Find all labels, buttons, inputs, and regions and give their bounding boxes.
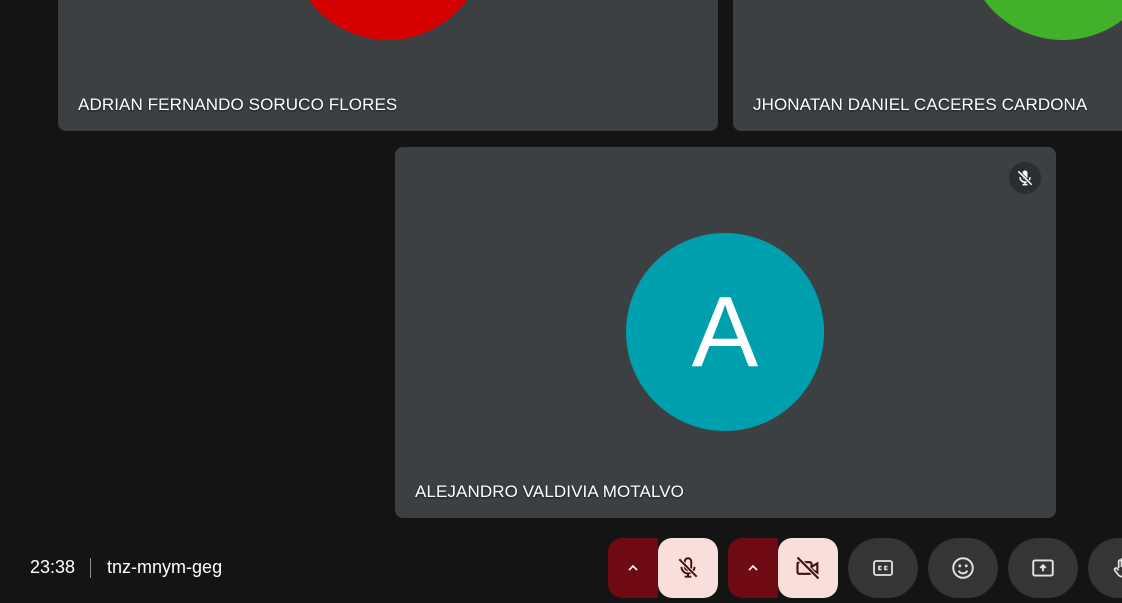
participant-avatar: A	[626, 233, 824, 431]
meeting-time: 23:38	[30, 557, 76, 577]
captions-button[interactable]	[848, 538, 918, 598]
meeting-info: 23:38 tnz-mnym-geg	[30, 557, 222, 578]
reactions-button[interactable]	[928, 538, 998, 598]
participant-avatar	[965, 0, 1122, 40]
info-divider	[90, 557, 92, 578]
participant-tile[interactable]: A ALEJANDRO VALDIVIA MOTALVO	[395, 147, 1056, 518]
meeting-stage: ADRIAN FERNANDO SORUCO FLORES JHONATAN D…	[0, 0, 1122, 603]
raise-hand-icon	[1113, 557, 1122, 578]
bottom-control-bar: 23:38 tnz-mnym-geg	[0, 530, 1122, 603]
participant-name: ALEJANDRO VALDIVIA MOTALVO	[415, 482, 685, 501]
mic-off-icon	[677, 557, 699, 579]
present-screen-icon	[1032, 559, 1054, 577]
audio-options-button[interactable]	[608, 538, 658, 598]
participant-name: ADRIAN FERNANDO SORUCO FLORES	[78, 95, 398, 114]
camera-control-group	[728, 538, 838, 598]
video-options-button[interactable]	[728, 538, 778, 598]
participant-tile[interactable]: ADRIAN FERNANDO SORUCO FLORES	[58, 0, 718, 131]
participant-name: JHONATAN DANIEL CACERES CARDONA	[753, 95, 1088, 114]
avatar-letter: A	[691, 275, 759, 388]
mic-off-icon	[1009, 162, 1041, 194]
camera-toggle-button[interactable]	[778, 538, 838, 598]
present-screen-button[interactable]	[1008, 538, 1078, 598]
raise-hand-button[interactable]	[1088, 538, 1122, 598]
emoji-icon	[952, 557, 974, 579]
mic-control-group	[608, 538, 718, 598]
participant-tile[interactable]: JHONATAN DANIEL CACERES CARDONA	[733, 0, 1122, 131]
microphone-toggle-button[interactable]	[658, 538, 718, 598]
meeting-code[interactable]: tnz-mnym-geg	[107, 557, 222, 578]
participant-avatar	[290, 0, 486, 40]
closed-captions-icon	[873, 560, 893, 576]
chevron-up-icon	[628, 564, 638, 571]
chevron-up-icon	[748, 564, 758, 571]
videocam-off-icon	[796, 556, 820, 580]
